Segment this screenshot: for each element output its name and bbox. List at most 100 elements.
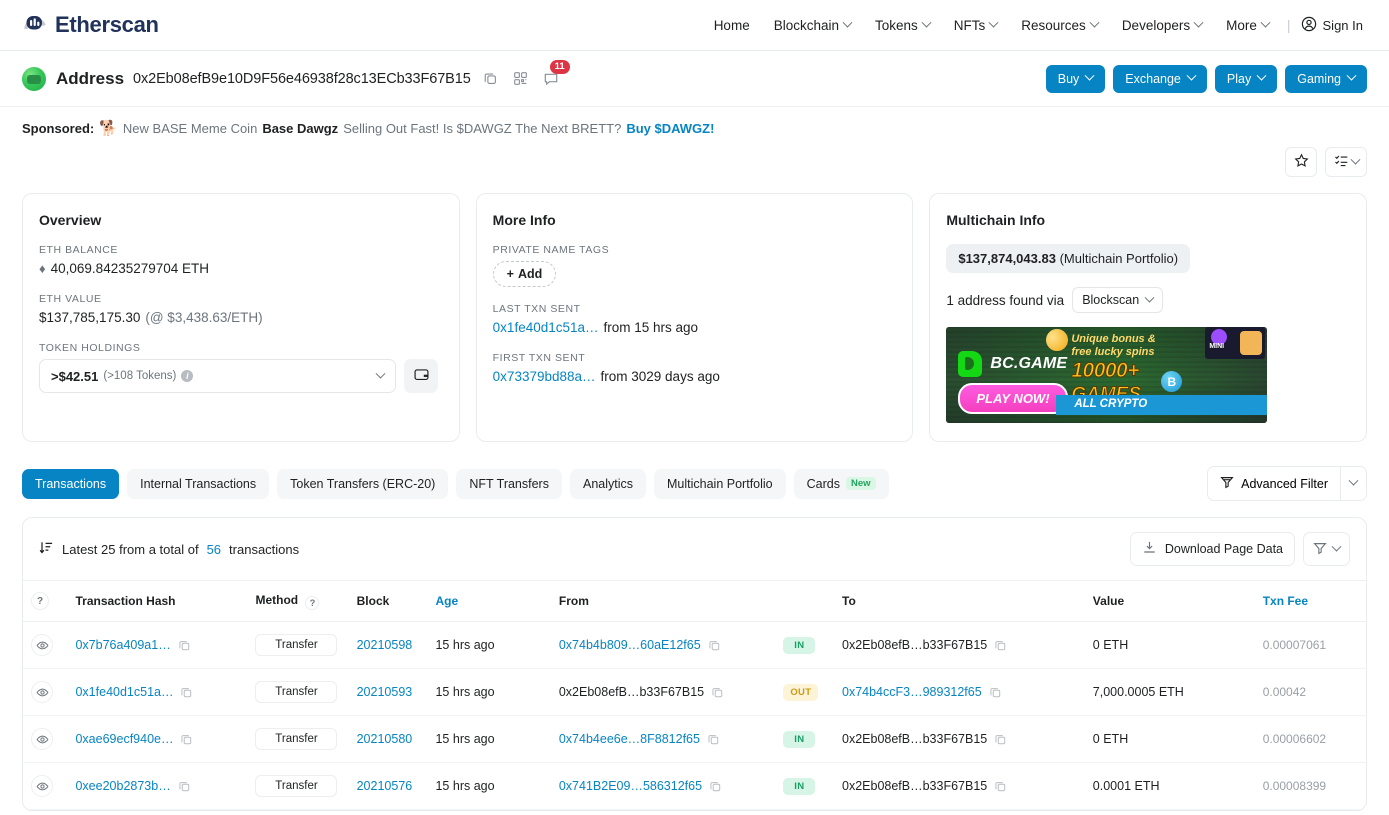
view-transaction-icon[interactable]	[31, 634, 53, 656]
transaction-hash-link[interactable]: 0x1fe40d1c51a…	[75, 685, 173, 699]
list-options-button[interactable]	[1325, 147, 1367, 177]
cell-method: Transfer	[247, 715, 349, 763]
from-address[interactable]: 0x741B2E09…586312f65	[559, 779, 702, 793]
chevron-down-icon	[375, 368, 386, 379]
copy-to-icon[interactable]	[994, 780, 1007, 793]
token-holdings-dropdown[interactable]: >$42.51 (>108 Tokens) i	[39, 359, 396, 393]
help-circle-icon[interactable]: ?	[31, 592, 49, 610]
nav-item-developers[interactable]: Developers	[1110, 12, 1214, 39]
last-txn-hash-link[interactable]: 0x1fe40d1c51a…	[493, 320, 599, 335]
wallet-button[interactable]	[404, 359, 438, 393]
view-transaction-icon[interactable]	[31, 681, 53, 703]
tab-internal-transactions[interactable]: Internal Transactions	[127, 468, 270, 499]
block-number-link[interactable]: 20210593	[357, 685, 413, 699]
nav-item-home[interactable]: Home	[702, 12, 762, 39]
copy-hash-icon[interactable]	[178, 639, 191, 652]
etherscan-logo-link[interactable]: Etherscan	[22, 12, 159, 38]
copy-from-icon[interactable]	[711, 686, 724, 699]
copy-to-icon[interactable]	[994, 639, 1007, 652]
copy-hash-icon[interactable]	[180, 733, 193, 746]
sign-in-button[interactable]: Sign In	[1297, 10, 1367, 41]
filter-funnel-icon	[1220, 475, 1234, 492]
tab-nft-transfers[interactable]: NFT Transfers	[456, 468, 562, 499]
tab-analytics[interactable]: Analytics	[569, 468, 647, 499]
table-body: 0x7b76a409a1… Transfer 20210598 15 hrs ago 0…	[23, 621, 1366, 810]
copy-from-icon[interactable]	[709, 780, 722, 793]
help-circle-icon[interactable]: ?	[305, 595, 320, 610]
from-address[interactable]: 0x74b4b809…60aE12f65	[559, 638, 701, 652]
sponsored-banner[interactable]: Sponsored: 🐕 New BASE Meme Coin Base Daw…	[0, 107, 1389, 147]
method-badge[interactable]: Transfer	[255, 728, 338, 750]
block-number-link[interactable]: 20210576	[357, 779, 413, 793]
cell-direction: IN	[775, 715, 834, 763]
transactions-panel-header: Latest 25 from a total of 56 transaction…	[23, 518, 1366, 580]
nav-item-more[interactable]: More	[1214, 12, 1281, 39]
nav-item-blockchain[interactable]: Blockchain	[762, 12, 863, 39]
buy-button[interactable]: Buy	[1045, 64, 1106, 93]
gaming-button[interactable]: Gaming	[1285, 64, 1367, 93]
copy-from-icon[interactable]	[708, 639, 721, 652]
cell-to: 0x74b4ccF3…989312f65	[834, 668, 1085, 716]
sponsored-cta-link[interactable]: Buy $DAWGZ!	[626, 121, 714, 136]
nav-item-resources[interactable]: Resources	[1009, 12, 1110, 39]
bcgame-ad-banner[interactable]: BC.GAME Unique bonus & free lucky spins …	[946, 327, 1268, 423]
multichain-info-card: Multichain Info $137,874,043.83 (Multich…	[929, 193, 1368, 442]
download-page-data-button[interactable]: Download Page Data	[1129, 532, 1295, 566]
method-badge[interactable]: Transfer	[255, 634, 338, 656]
copy-to-icon[interactable]	[994, 733, 1007, 746]
view-transaction-icon[interactable]	[31, 728, 53, 750]
qr-code-icon[interactable]	[511, 69, 531, 89]
first-txn-hash-link[interactable]: 0x73379bd88a…	[493, 369, 596, 384]
block-number-link[interactable]: 20210598	[357, 638, 413, 652]
transaction-hash-link[interactable]: 0x7b76a409a1…	[75, 638, 170, 652]
exchange-button[interactable]: Exchange	[1113, 64, 1207, 93]
col-age[interactable]: Age	[427, 580, 551, 622]
multichain-portfolio-value: $137,874,043.83	[958, 251, 1056, 266]
multichain-portfolio-pill[interactable]: $137,874,043.83 (Multichain Portfolio)	[946, 244, 1191, 273]
multichain-portfolio-suffix: (Multichain Portfolio)	[1059, 251, 1179, 266]
advanced-filter-dropdown[interactable]	[1341, 466, 1367, 501]
info-icon[interactable]: i	[181, 370, 194, 382]
nav-divider: |	[1286, 17, 1291, 33]
copy-to-icon[interactable]	[989, 686, 1002, 699]
tab-transactions[interactable]: Transactions	[22, 468, 120, 499]
tab-cards[interactable]: Cards New	[793, 468, 889, 499]
copy-address-icon[interactable]	[481, 69, 501, 89]
tab-multichain-portfolio[interactable]: Multichain Portfolio	[654, 468, 786, 499]
nav-item-tokens[interactable]: Tokens	[863, 12, 942, 39]
info-cards-row: Overview ETH BALANCE ♦ 40,069.8423527970…	[0, 183, 1389, 442]
table-filter-button[interactable]	[1303, 532, 1350, 566]
ad-play-now-button[interactable]: PLAY NOW!	[958, 383, 1068, 414]
col-txn-fee[interactable]: Txn Fee	[1254, 580, 1366, 622]
copy-hash-icon[interactable]	[180, 686, 193, 699]
advanced-filter-button[interactable]: Advanced Filter	[1207, 466, 1341, 501]
token-holdings-value: >$42.51	[51, 368, 99, 384]
total-transactions-count[interactable]: 56	[207, 542, 221, 557]
copy-from-icon[interactable]	[707, 733, 720, 746]
play-button[interactable]: Play	[1214, 64, 1278, 93]
col-value: Value	[1084, 580, 1255, 622]
to-address[interactable]: 0x74b4ccF3…989312f65	[842, 685, 982, 699]
from-address[interactable]: 0x74b4ee6e…8F8812f65	[559, 732, 700, 746]
view-transaction-icon[interactable]	[31, 775, 53, 797]
sort-descending-icon[interactable]	[39, 540, 54, 558]
transaction-hash-link[interactable]: 0xae69ecf940e…	[75, 732, 173, 746]
add-name-tag-button[interactable]: + Add	[492, 261, 557, 287]
token-holdings-row: >$42.51 (>108 Tokens) i	[39, 359, 443, 393]
latest-transactions-summary: Latest 25 from a total of 56 transaction…	[39, 540, 299, 558]
address-chat-button[interactable]: 11	[541, 59, 570, 89]
block-number-link[interactable]: 20210580	[357, 732, 413, 746]
nav-item-nfts[interactable]: NFTs	[942, 12, 1010, 39]
sponsored-text-b: Selling Out Fast! Is $DAWGZ The Next BRE…	[343, 120, 622, 136]
cell-age: 15 hrs ago	[427, 621, 551, 669]
copy-hash-icon[interactable]	[178, 780, 191, 793]
chevron-down-icon	[1144, 292, 1155, 303]
provider-dropdown[interactable]: Blockscan	[1072, 287, 1164, 313]
tab-token-transfers[interactable]: Token Transfers (ERC-20)	[277, 468, 449, 499]
direction-badge: IN	[783, 636, 816, 654]
favorite-star-button[interactable]	[1285, 147, 1317, 177]
transaction-hash-link[interactable]: 0xee20b2873b…	[75, 779, 170, 793]
method-badge[interactable]: Transfer	[255, 775, 338, 797]
method-badge[interactable]: Transfer	[255, 681, 338, 703]
cell-method: Transfer	[247, 668, 349, 716]
